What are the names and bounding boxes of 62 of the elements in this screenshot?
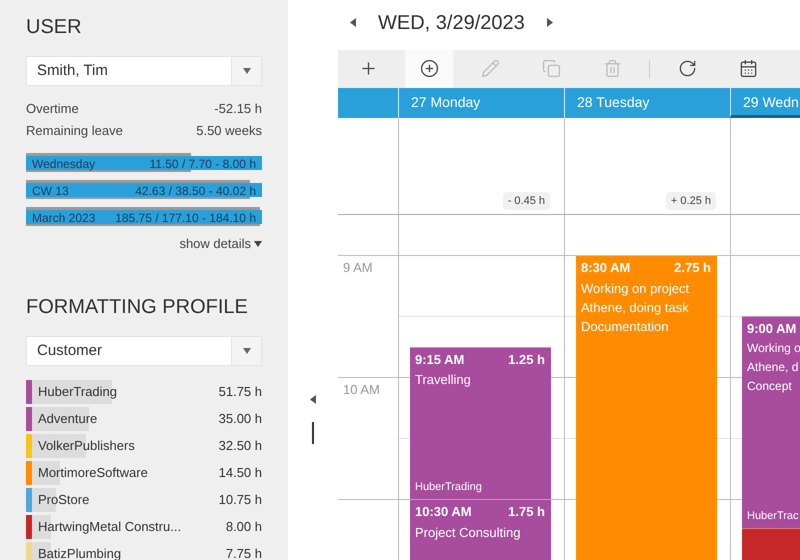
show-details-link[interactable]: show details (179, 234, 262, 254)
event-time: 9:15 AM (415, 350, 464, 368)
caret-icon (242, 348, 250, 354)
bar-label: Wednesday (32, 156, 96, 172)
day-header[interactable]: 28 Tuesday (564, 88, 730, 118)
stat-label: Remaining leave (26, 122, 123, 140)
customer-hours: 10.75 h (218, 490, 262, 509)
calendar-event[interactable]: 10:30 AM 1.75 h Project Consulting (410, 499, 551, 560)
bar-value: 11.50 / 7.70 - 8.00 h (149, 156, 256, 172)
customer-name: HuberTrading (38, 382, 118, 401)
balance-badge: + 0.25 h (666, 192, 716, 210)
event-time: 8:30 AM (581, 259, 630, 277)
stat-value: -52.15 h (214, 100, 262, 118)
customer-name: ProStore (38, 490, 90, 509)
stat-label: Overtime (26, 100, 79, 118)
customer-name: MortimoreSoftware (38, 464, 149, 482)
event-duration: 2.75 h (674, 259, 711, 277)
collapse-icon[interactable] (310, 395, 316, 404)
balance-badge: - 0.45 h (502, 192, 550, 210)
event-time: 9:00 AM (747, 320, 796, 338)
event-duration: 1.25 h (508, 350, 545, 368)
event-duration: 1.75 h (508, 503, 545, 521)
user-dropdown[interactable]: Smith, Tim (26, 56, 262, 86)
time-label: 10 AM (343, 382, 380, 397)
customer-hours: 51.75 h (218, 382, 262, 401)
event-text-line: Working o (747, 340, 800, 356)
calendar-event[interactable]: 9:15 AM 1.25 h Travelling HuberTrading (410, 346, 551, 499)
profile-dropdown[interactable]: Customer (26, 336, 262, 366)
event-customer: HuberTrading (415, 480, 483, 494)
date-title: WED, 3/29/2023 (378, 10, 525, 36)
stat-value: 5.50 weeks (196, 122, 262, 140)
bar-value: 42.63 / 38.50 - 40.02 h (135, 182, 256, 200)
customer-name: VolkerPublishers (38, 436, 136, 455)
day-header[interactable]: 29 Wedn (730, 88, 800, 118)
splitter-handle[interactable] (312, 422, 314, 444)
time-label: 9 AM (343, 260, 373, 275)
previous-icon[interactable] (350, 18, 356, 28)
customer-hours: 32.50 h (218, 436, 262, 455)
event-text-line: Athene, d (747, 358, 800, 376)
bar-value: 185.75 / 177.10 - 184.10 h (115, 210, 256, 226)
bar-label: CW 13 (32, 182, 69, 200)
calendar-event[interactable]: 9:00 AM Working o Athene, d Concept HuberTrac (742, 316, 800, 528)
customer-hours: 7.75 h (226, 544, 262, 560)
caret-icon (254, 240, 262, 247)
bar-label: March 2023 (32, 210, 96, 226)
customer-name: HartwingMetal Constru... (38, 518, 182, 536)
customer-hours: 8.00 h (226, 518, 262, 536)
event-title: Working on project Athene, doing task Documentation (581, 280, 690, 336)
add-circle-button[interactable] (405, 50, 453, 88)
customer-hours: 35.00 h (218, 410, 262, 428)
section-heading: USER (26, 15, 83, 40)
next-icon[interactable] (546, 18, 553, 28)
customer-name: Adventure (38, 410, 98, 428)
event-text-line: Concept (747, 378, 793, 394)
event-title: Project Consulting (415, 524, 522, 542)
section-heading: FORMATTING PROFILE (26, 294, 249, 320)
event-time: 10:30 AM (415, 503, 472, 521)
day-header[interactable]: 27 Monday (398, 88, 564, 118)
customer-hours: 14.50 h (218, 464, 262, 482)
caret-icon (242, 68, 250, 74)
event-title: Travelling (415, 371, 472, 389)
event-customer: HuberTrac (747, 508, 800, 524)
